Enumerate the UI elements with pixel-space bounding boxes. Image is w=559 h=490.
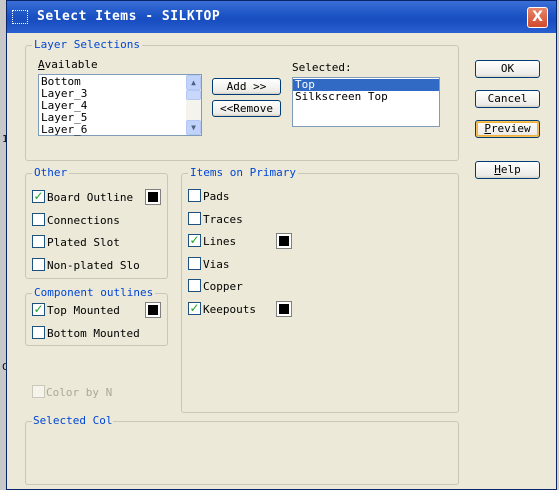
scroll-up-icon[interactable]: ▲ bbox=[186, 75, 201, 90]
list-item[interactable]: Layer_6 bbox=[39, 124, 201, 136]
checkmark-icon: ✓ bbox=[189, 301, 200, 315]
color-by-n-checkbox[interactable] bbox=[32, 385, 45, 398]
available-label: Available bbox=[38, 58, 98, 71]
list-item[interactable]: Silkscreen Top bbox=[293, 91, 439, 103]
select-items-dialog: Select Items - SILKTOP X Layer Selection… bbox=[6, 0, 557, 490]
available-listbox[interactable]: Bottom Layer_3 Layer_4 Layer_5 Layer_6 ▲ ▼ bbox=[38, 74, 202, 136]
color-swatch[interactable] bbox=[276, 301, 292, 317]
scroll-down-icon[interactable]: ▼ bbox=[186, 120, 201, 135]
checkmark-icon: ✓ bbox=[33, 189, 44, 203]
checkbox-keepouts[interactable]: ✓ bbox=[188, 302, 201, 315]
checkbox-label: Connections bbox=[47, 213, 120, 227]
checkbox-plated-slot[interactable] bbox=[32, 235, 45, 248]
checkbox-label: Board Outline bbox=[47, 191, 134, 204]
checkbox-vias[interactable] bbox=[188, 256, 201, 270]
scroll-thumb[interactable] bbox=[186, 90, 201, 100]
color-swatch[interactable] bbox=[145, 302, 161, 318]
checkbox-label: Vias bbox=[203, 257, 230, 271]
checkbox-label: Bottom Mounted bbox=[47, 326, 140, 340]
app-icon bbox=[12, 10, 28, 24]
checkbox-copper[interactable] bbox=[188, 279, 201, 293]
layer-selections-label: Layer Selections bbox=[32, 38, 142, 51]
other-group: Other ✓ Board Outline Connections Plated Sl… bbox=[25, 166, 168, 279]
selected-col-label: Selected Col bbox=[32, 414, 114, 427]
color-swatch[interactable] bbox=[145, 189, 161, 205]
cancel-button[interactable]: Cancel bbox=[475, 90, 540, 108]
help-button[interactable]: Help bbox=[475, 161, 540, 179]
items-on-primary-label: Items on Primary bbox=[188, 166, 298, 179]
color-by-n-label: Color by N bbox=[46, 386, 113, 399]
checkbox-traces[interactable] bbox=[188, 211, 201, 225]
checkbox-connections[interactable] bbox=[32, 212, 45, 226]
ok-button[interactable]: OK bbox=[475, 60, 540, 78]
remove-button[interactable]: <<Remove bbox=[212, 100, 281, 117]
checkbox-label: Plated Slot bbox=[47, 236, 120, 249]
checkbox-label: Traces bbox=[203, 212, 243, 226]
checkbox-label: Copper bbox=[203, 280, 243, 294]
selected-listbox[interactable]: Top Silkscreen Top bbox=[292, 77, 440, 127]
add-button[interactable]: Add >> bbox=[212, 78, 281, 95]
close-button[interactable]: X bbox=[527, 7, 548, 28]
checkbox-label: Pads bbox=[203, 190, 230, 203]
checkbox-board-outline[interactable]: ✓ bbox=[32, 190, 45, 203]
selected-label: Selected: bbox=[292, 61, 352, 74]
checkbox-top-mounted[interactable]: ✓ bbox=[32, 303, 45, 316]
checkbox-label: Lines bbox=[203, 235, 237, 249]
selected-col-group: Selected Col bbox=[25, 414, 459, 485]
color-swatch[interactable] bbox=[276, 233, 292, 250]
available-scrollbar[interactable]: ▲ ▼ bbox=[186, 75, 201, 135]
checkbox-lines[interactable]: ✓ bbox=[188, 233, 201, 248]
checkbox-pads[interactable] bbox=[188, 189, 201, 202]
layer-selections-group: Layer Selections Available Bottom Layer_3… bbox=[25, 38, 459, 161]
checkmark-icon: ✓ bbox=[33, 302, 44, 316]
component-outlines-group: Component outlines ✓ Top Mounted Bottom Mo… bbox=[25, 286, 168, 346]
window-title: Select Items - SILKTOP bbox=[37, 9, 221, 24]
component-outlines-label: Component outlines bbox=[32, 286, 156, 299]
checkbox-label: Top Mounted bbox=[47, 304, 120, 317]
title-bar[interactable]: Select Items - SILKTOP X bbox=[7, 1, 556, 33]
other-label: Other bbox=[32, 166, 70, 179]
items-on-primary-group: Items on Primary Pads Traces ✓ Lines Vias Cop… bbox=[181, 166, 459, 413]
checkbox-label: Non-plated Slo bbox=[47, 258, 140, 272]
close-icon: X bbox=[532, 9, 543, 25]
preview-button[interactable]: Preview bbox=[475, 120, 540, 138]
checkbox-label: Keepouts bbox=[203, 303, 256, 316]
checkmark-icon: ✓ bbox=[189, 233, 200, 248]
checkbox-bottom-mounted[interactable] bbox=[32, 325, 45, 339]
checkbox-non-plated-slo[interactable] bbox=[32, 257, 45, 271]
